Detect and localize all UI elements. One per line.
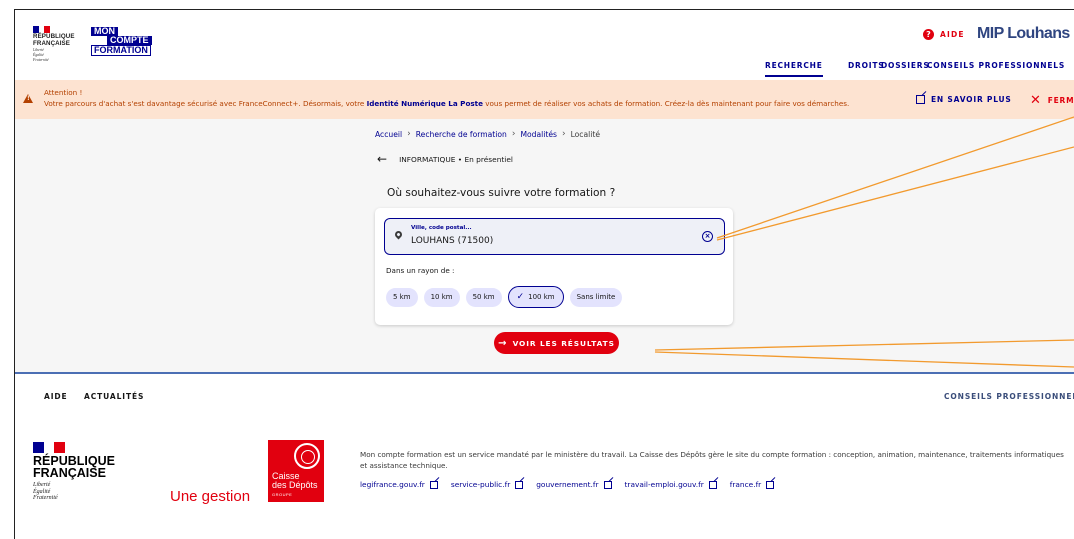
breadcrumb-recherche[interactable]: Recherche de formation [416,130,507,139]
back-arrow-icon: ← [377,152,388,166]
radius-chip-5km[interactable]: 5 km [386,287,418,307]
footer-link-france[interactable]: france.fr [729,480,775,489]
footer-link-france-label: france.fr [729,480,762,489]
location-pin-icon [393,229,404,240]
footer-rf-name-2: FRANÇAISE [33,466,106,480]
learn-more-label: EN SAVOIR PLUS [931,95,1012,104]
footer-rf-motto-3: Fraternité [33,495,58,502]
external-link-icon [515,480,524,489]
footer-links: legifrance.gouv.fr service-public.fr gou… [360,480,775,489]
location-card: Ville, code postal... LOUHANS (71500) × … [375,208,733,325]
external-link-icon [916,95,925,104]
footer-nav-conseils[interactable]: CONSEILS PROFESSIONNELS [944,392,1074,401]
breadcrumb-modalites[interactable]: Modalités [520,130,557,139]
breadcrumb-current: Localité [570,129,601,139]
radius-chip-50km[interactable]: 50 km [465,287,502,307]
french-flag-icon [33,26,51,33]
nav-tab-droits[interactable]: DROITS [848,61,885,75]
external-link-icon [766,480,775,489]
alert-text-start: Votre parcours d'achat s'est davantage s… [44,99,367,108]
see-results-button[interactable]: → VOIR LES RÉSULTATS [494,332,619,354]
radius-label: Dans un rayon de : [386,266,455,275]
location-input[interactable]: Ville, code postal... LOUHANS (71500) × [384,218,725,255]
location-input-label: Ville, code postal... [411,225,472,231]
close-alert-label: FERME [1047,96,1074,105]
nav-tab-conseils[interactable]: CONSEILS PROFESSIONNELS [927,61,1065,75]
footer-link-legifrance[interactable]: legifrance.gouv.fr [360,480,438,489]
breadcrumb: Accueil › Recherche de formation › Modal… [375,129,600,139]
site-header: RÉPUBLIQUE FRANÇAISE Liberté Égalité Fra… [15,10,1074,80]
check-icon: ✓ [516,292,525,302]
location-input-value[interactable]: LOUHANS (71500) [411,236,493,246]
help-icon: ? [923,29,934,40]
cdc-logo-line-2: des Dépôts [272,480,318,490]
close-icon: ✕ [1030,93,1042,108]
site-footer: AIDE ACTUALITÉS CONSEILS PROFESSIONNELS … [15,374,1074,539]
location-question: Où souhaitez-vous suivre votre formation… [387,187,616,199]
search-main: Accueil › Recherche de formation › Modal… [15,119,1074,372]
radius-chip-sans-limite[interactable]: Sans limite [569,287,623,307]
chevron-right-icon: › [407,129,411,139]
arrow-right-icon: → [498,337,507,349]
back-link[interactable]: ← INFORMATIQUE • En présentiel [377,152,513,166]
mcf-logo-formation: FORMATION [91,45,151,56]
radius-options: 5 km 10 km 50 km ✓ 100 km Sans limite [386,286,623,308]
footer-link-service-public[interactable]: service-public.fr [450,480,524,489]
footer-link-travail-emploi[interactable]: travail-emploi.gouv.fr [625,480,717,489]
help-label: AIDE [940,30,965,39]
chevron-right-icon: › [511,129,516,139]
une-gestion-label: Une gestion [170,488,251,505]
rf-motto-1: Liberté [33,48,44,52]
clear-location-icon[interactable]: × [702,231,713,242]
footer-rf-motto-1: Liberté [33,482,51,488]
radius-chip-10km[interactable]: 10 km [423,287,460,307]
organization-label: MIP Louhans [977,25,1070,42]
footer-link-gouvernement[interactable]: gouvernement.fr [536,480,612,489]
external-link-icon [708,480,717,489]
external-link-icon [603,480,612,489]
rf-motto-2: Égalité [33,53,44,58]
back-label: INFORMATIQUE • En présentiel [399,154,513,164]
cdc-logo-line-3: GROUPE [272,492,293,497]
caisse-des-depots-logo[interactable]: Caisse des Dépôts GROUPE [268,440,324,502]
mcf-logo-compte: COMPTE [107,36,152,45]
breadcrumb-accueil[interactable]: Accueil [375,130,402,139]
footer-rf-motto-2: Égalité [33,488,51,495]
alert-text-end: vous permet de réaliser vos achats de fo… [482,99,850,108]
cdc-seal-icon [294,443,320,469]
chevron-right-icon: › [561,129,566,139]
learn-more-link[interactable]: EN SAVOIR PLUS [916,95,1012,104]
republique-francaise-logo[interactable]: RÉPUBLIQUE FRANÇAISE Liberté Égalité Fra… [33,26,85,63]
nav-tab-dossiers[interactable]: DOSSIERS [881,61,930,75]
nav-tab-recherche[interactable]: RECHERCHE [765,61,823,77]
radius-chip-100km-selected[interactable]: ✓ 100 km [507,286,564,308]
main-nav: RECHERCHE DROITS DOSSIERS CONSEILS PROFE… [15,61,1074,80]
help-link[interactable]: ? AIDE [923,29,965,40]
see-results-label: VOIR LES RÉSULTATS [512,338,615,348]
alert-text: Votre parcours d'achat s'est davantage s… [44,99,849,108]
footer-link-gouvernement-label: gouvernement.fr [536,480,599,489]
warning-icon [23,94,33,103]
footer-link-service-public-label: service-public.fr [450,480,511,489]
footer-link-legifrance-label: legifrance.gouv.fr [360,480,425,489]
footer-nav-actualites[interactable]: ACTUALITÉS [84,392,144,401]
alert-title: Attention ! [44,88,83,97]
close-alert-button[interactable]: ✕ FERME [1030,93,1074,108]
footer-link-travail-emploi-label: travail-emploi.gouv.fr [624,480,704,489]
radius-chip-100km-label: 100 km [528,293,555,301]
external-link-icon [429,480,438,489]
mon-compte-formation-logo[interactable]: MON COMPTE FORMATION [91,27,152,56]
footer-nav-aide[interactable]: AIDE [44,392,68,401]
french-flag-icon [33,442,66,453]
footer-republique-francaise-logo[interactable]: RÉPUBLIQUE FRANÇAISE Liberté Égalité Fra… [33,442,123,502]
footer-description: Mon compte formation est un service mand… [360,450,1064,470]
rf-name-line-2: FRANÇAISE [33,39,70,47]
identite-numerique-link[interactable]: Identité Numérique La Poste [367,99,483,108]
alert-banner: Attention ! Votre parcours d'achat s'est… [15,80,1074,119]
